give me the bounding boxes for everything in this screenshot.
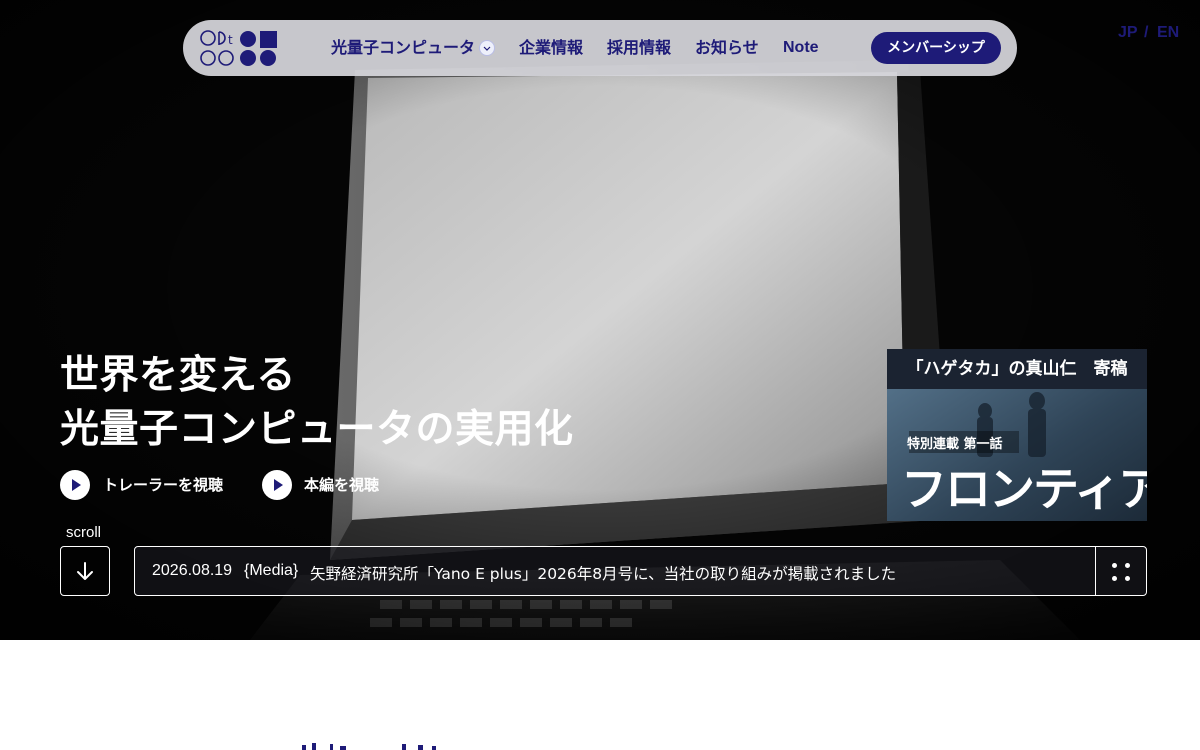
news-title-link[interactable]: 矢野経済研究所「Yano E plus」2026年8月号に、当社の取り組みが掲載… xyxy=(310,562,896,584)
news-ticker: 2026.08.19 {Media} 矢野経済研究所「Yano E plus」2… xyxy=(134,546,1147,596)
scroll-down-button[interactable] xyxy=(60,546,110,596)
scroll-label: scroll xyxy=(66,524,102,541)
nav-item-recruitment[interactable]: 採用情報 xyxy=(607,38,671,58)
banner-subtitle: 特別連載 第一話 xyxy=(907,437,1003,452)
lang-en-link[interactable]: EN xyxy=(1157,24,1179,42)
nav-item-news[interactable]: お知らせ xyxy=(695,38,759,58)
grid-dots-icon[interactable] xyxy=(1096,547,1146,595)
chevron-down-icon[interactable] xyxy=(479,40,495,56)
play-icon[interactable] xyxy=(60,470,90,500)
news-date: 2026.08.19 xyxy=(152,562,233,579)
nav-item-company-info[interactable]: 企業情報 xyxy=(519,38,583,58)
banner-top-text: 「ハゲタカ」の真山仁 寄稿 xyxy=(887,349,1147,389)
lang-jp-link[interactable]: JP xyxy=(1118,24,1138,42)
top-navigation: t 光量子コンピュータ 企業情報 採用情報 お知らせ Note メンバーシップ xyxy=(183,20,1017,76)
banner-title: フロンティア xyxy=(901,462,1147,516)
svg-text:t: t xyxy=(228,33,233,47)
trailer-watch-link[interactable]: トレーラーを視聴 xyxy=(103,474,223,495)
main-watch-link[interactable]: 本編を視聴 xyxy=(304,474,379,495)
lang-separator: / xyxy=(1144,24,1149,41)
nav-item-quantum-computer[interactable]: 光量子コンピュータ xyxy=(331,38,475,58)
nav-item-note[interactable]: Note xyxy=(783,38,819,58)
hero-headline-line1: 世界を変える xyxy=(60,353,296,398)
play-icon[interactable] xyxy=(262,470,292,500)
section-heading-partial xyxy=(302,743,436,750)
arrow-down-icon xyxy=(77,562,93,580)
hero-headline-line2: 光量子コンピュータの実用化 xyxy=(60,407,574,452)
membership-button[interactable]: メンバーシップ xyxy=(871,32,1001,64)
hero-background-image xyxy=(0,0,1200,640)
hero-section: t 光量子コンピュータ 企業情報 採用情報 お知らせ Note メンバーシップ … xyxy=(0,0,1200,640)
frontier-serial-banner[interactable]: 「ハゲタカ」の真山仁 寄稿 特別連載 第一話 フロンティア xyxy=(887,349,1147,521)
company-logo-icon[interactable]: t xyxy=(199,28,279,68)
news-category: {Media} xyxy=(244,562,299,579)
